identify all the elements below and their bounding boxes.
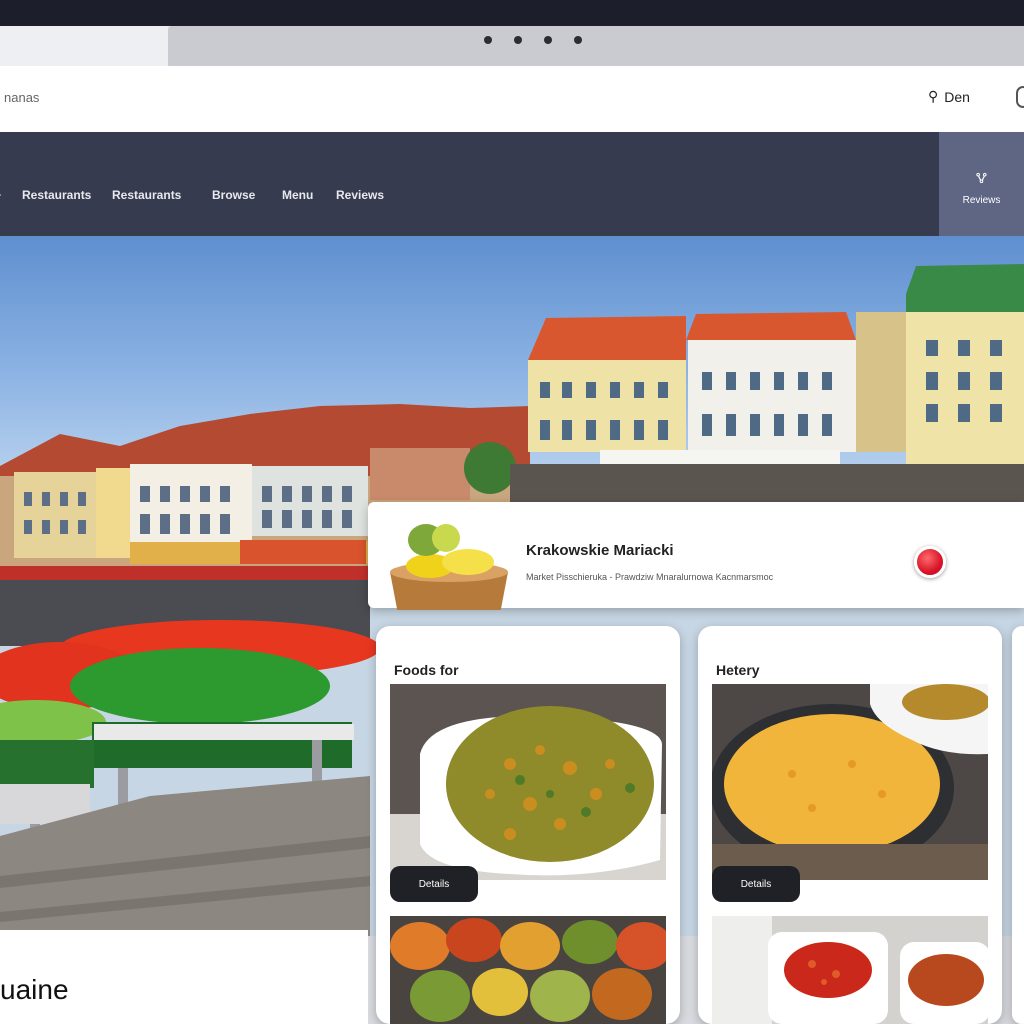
dish-image-2	[712, 916, 988, 1024]
recipe-card-1[interactable]: Foods for Details	[376, 626, 680, 1024]
nav-item-reviews[interactable]: Reviews	[336, 188, 384, 202]
record-toggle[interactable]	[914, 546, 946, 578]
basket-icon: 🜉	[975, 170, 988, 186]
buildings-right	[464, 264, 1024, 504]
feature-banner[interactable]: Krakowskie Mariacki Market Pisschieruka …	[368, 502, 1024, 610]
camera-dots	[484, 36, 582, 44]
fruit-bowl-image	[390, 524, 508, 610]
nav-item-bullet[interactable]: ·	[0, 188, 2, 202]
dish-image-2	[390, 916, 666, 1024]
feature-title: Krakowskie Mariacki	[526, 542, 674, 559]
brand-logo[interactable]: nanas	[4, 90, 39, 105]
nav-item-browse[interactable]: Browse	[212, 188, 255, 202]
recipe-card-3[interactable]	[1012, 626, 1024, 1024]
feature-subtitle: Market Pisschieruka - Prawdziw Mnaralurn…	[526, 572, 774, 582]
nav-item-restaurants-2[interactable]: Restaurants	[112, 188, 181, 202]
dish-image	[390, 684, 666, 880]
user-menu[interactable]: ⚲ Den	[928, 88, 970, 105]
cuisine-panel: uaine	[0, 930, 368, 1024]
user-name: Den	[944, 88, 970, 105]
browser-chrome	[0, 26, 1024, 66]
details-button[interactable]: Details	[712, 866, 800, 902]
card-title: Foods for	[394, 662, 459, 678]
person-icon: ⚲	[928, 88, 939, 104]
dish-image	[712, 684, 988, 880]
details-button[interactable]: Details	[390, 866, 478, 902]
monitor-bezel	[0, 0, 1024, 26]
cuisine-heading: uaine	[0, 974, 69, 1005]
top-bar: nanas ⚲ Den	[0, 66, 1024, 132]
nav-cta-button[interactable]: 🜉 Reviews	[939, 132, 1024, 236]
main-nav: · Restaurants Restaurants Browse Menu Re…	[0, 132, 1024, 236]
nav-cta-label: Reviews	[962, 195, 1001, 206]
card-title: Hetery	[716, 662, 760, 678]
recipe-card-2[interactable]: Hetery Details	[698, 626, 1002, 1024]
nav-item-menu[interactable]: Menu	[282, 188, 313, 202]
nav-item-restaurants[interactable]: Restaurants	[22, 188, 91, 202]
mouse-icon	[1016, 86, 1024, 108]
